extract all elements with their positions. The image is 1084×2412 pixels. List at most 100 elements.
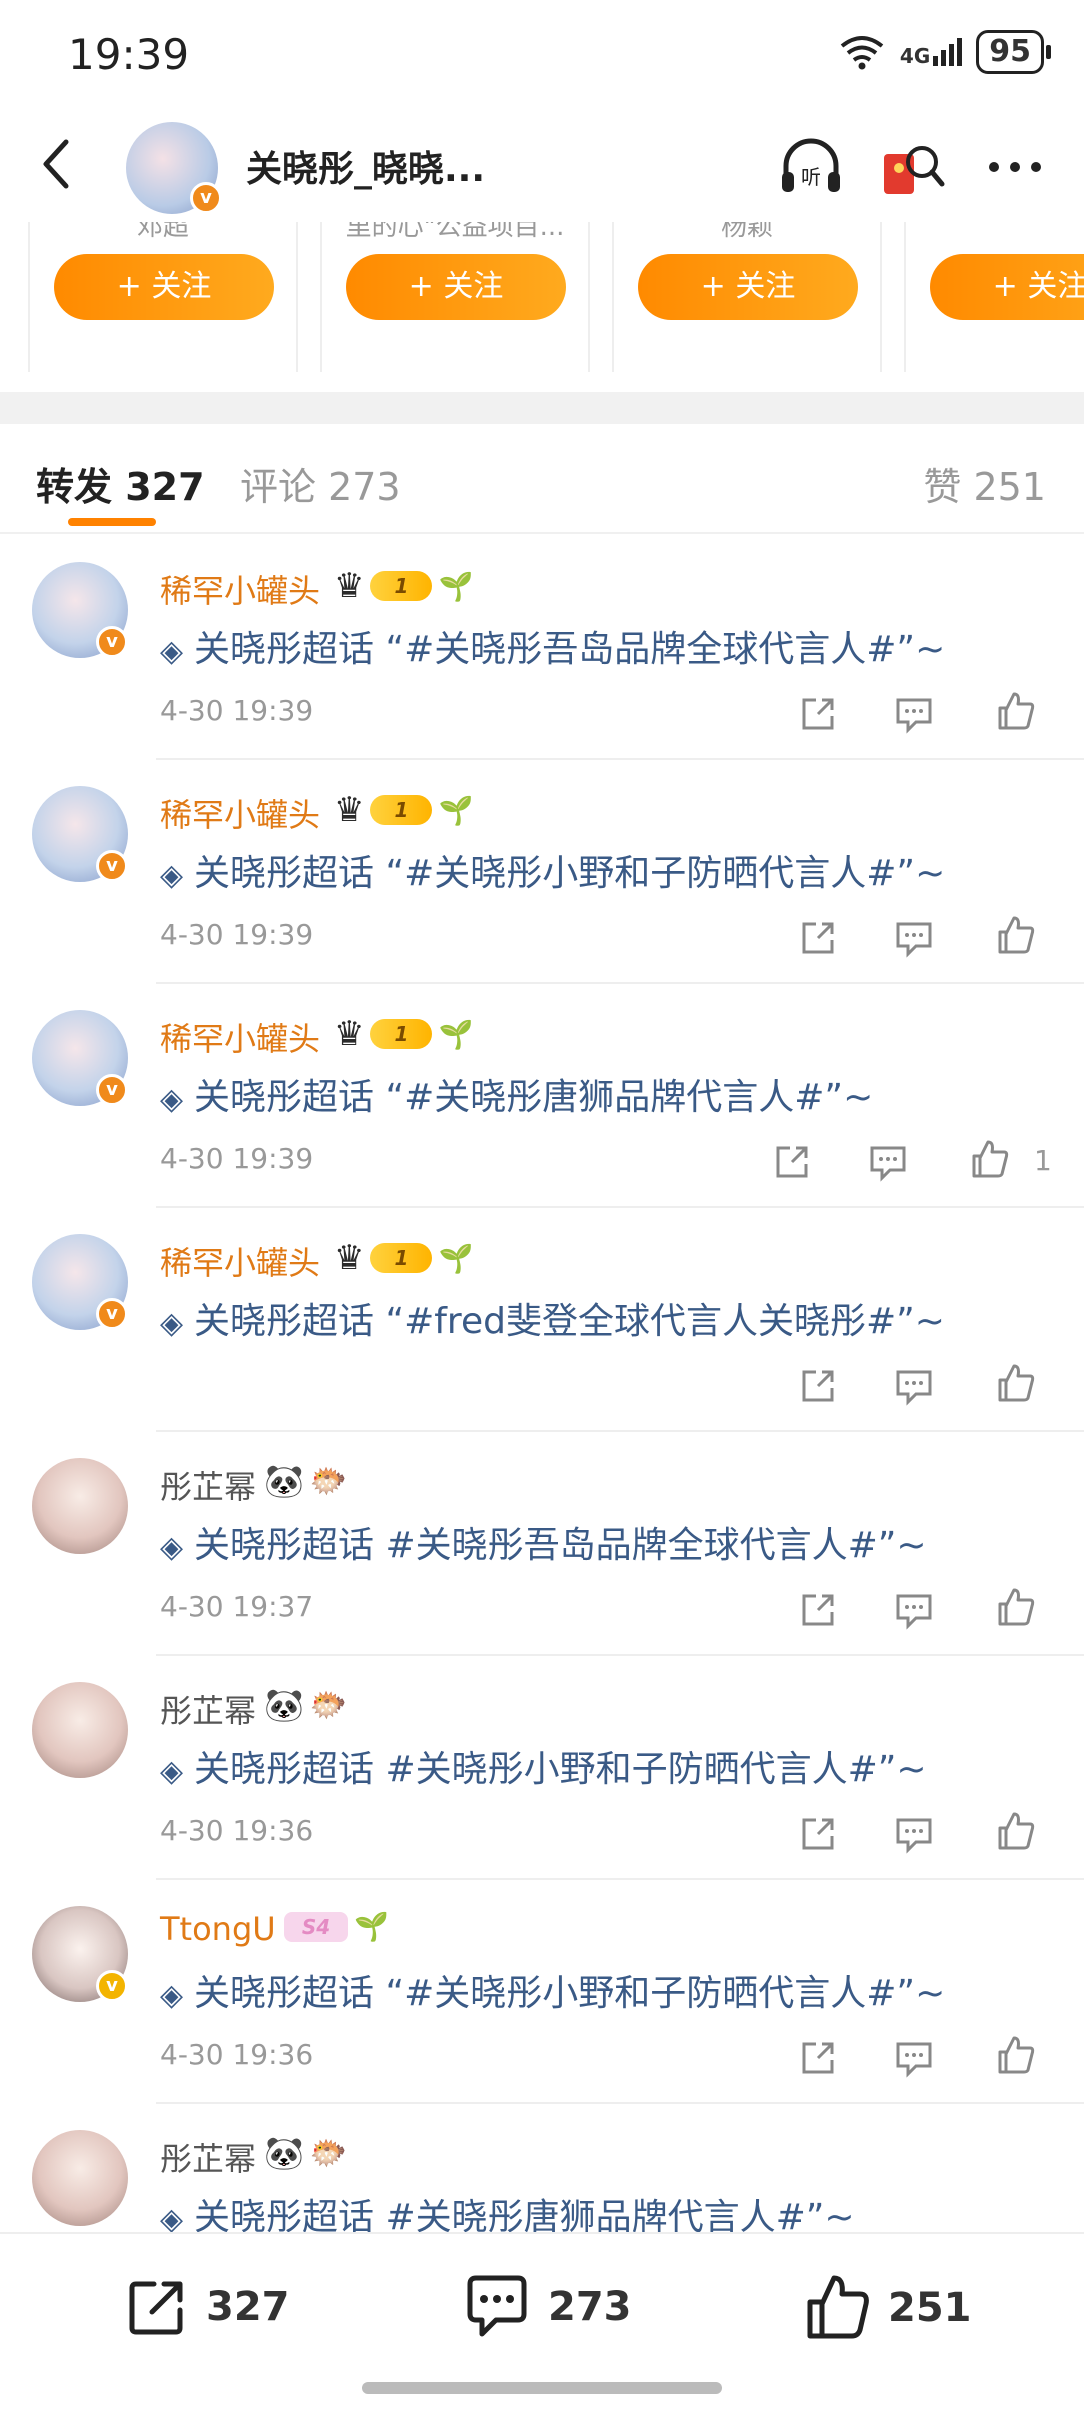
repost-content[interactable]: ◈ 关晓彤超话 “#关晓彤小野和子防晒代言人#”~ bbox=[160, 1964, 945, 2016]
avatar[interactable] bbox=[32, 2130, 128, 2226]
tab-like[interactable]: 赞 251 bbox=[923, 456, 1046, 511]
status-icons: 4G 95 bbox=[838, 30, 1051, 74]
diamond-icon: ◈ bbox=[160, 1754, 184, 1789]
share-icon[interactable] bbox=[796, 1364, 840, 1408]
level-pill: 1 bbox=[370, 795, 433, 825]
like-icon[interactable] bbox=[994, 914, 1038, 958]
content-text: 关晓彤超话 “#关晓彤小野和子防晒代言人#”~ bbox=[194, 1973, 946, 2014]
repost-content[interactable]: ◈ 关晓彤超话 “#关晓彤小野和子防晒代言人#”~ bbox=[160, 844, 945, 896]
username[interactable]: 稀罕小罐头 bbox=[160, 1238, 320, 1284]
timestamp: 4-30 19:39 bbox=[160, 918, 314, 951]
profile-title[interactable]: 关晓彤_晓晓... bbox=[246, 140, 485, 192]
follow-button[interactable]: + 关注 bbox=[930, 254, 1084, 320]
share-icon[interactable] bbox=[796, 1812, 840, 1856]
follow-button[interactable]: + 关注 bbox=[638, 254, 858, 320]
list-item[interactable]: 彤芷幂 🐼 🐡 ◈ 关晓彤超话 #关晓彤小野和子防晒代言人#”~ 4-30 19:… bbox=[0, 1656, 1084, 1880]
list-item[interactable]: 彤芷幂 🐼 🐡 ◈ 关晓彤超话 #关晓彤吾岛品牌全球代言人#”~ 4-30 19:… bbox=[0, 1432, 1084, 1656]
repost-content[interactable]: ◈ 关晓彤超话 #关晓彤小野和子防晒代言人#”~ bbox=[160, 1740, 927, 1792]
avatar[interactable] bbox=[32, 1682, 128, 1778]
recommend-name: 杨颖 bbox=[720, 222, 773, 242]
list-item[interactable]: v 稀罕小罐头 ♛ 1 🌱 ◈ 关晓彤超话 “#关晓彤唐狮品牌代言人#”~ 4-3… bbox=[0, 984, 1084, 1208]
like-icon[interactable] bbox=[994, 1810, 1038, 1854]
recommend-card[interactable]: + 关注 bbox=[904, 222, 1084, 372]
like-icon[interactable] bbox=[994, 1586, 1038, 1630]
level-pill: S4 bbox=[284, 1911, 348, 1942]
follow-button[interactable]: + 关注 bbox=[54, 254, 274, 320]
like-icon[interactable] bbox=[994, 1362, 1038, 1406]
repost-content[interactable]: ◈ 关晓彤超话 #关晓彤唐狮品牌代言人#”~ bbox=[160, 2188, 855, 2232]
level-pill: 1 bbox=[370, 571, 433, 601]
crown-icon: ♛ bbox=[334, 1238, 365, 1278]
comment-icon[interactable] bbox=[892, 1812, 936, 1856]
list-item[interactable]: v TtongU S4 🌱 ◈ 关晓彤超话 “#关晓彤小野和子防晒代言人#”~ 4… bbox=[0, 1880, 1084, 2104]
content-text: 关晓彤超话 “#关晓彤小野和子防晒代言人#”~ bbox=[194, 853, 946, 894]
repost-button[interactable]: 327 bbox=[124, 2274, 290, 2340]
diamond-icon: ◈ bbox=[160, 1978, 184, 2013]
username[interactable]: 彤芷幂 bbox=[160, 1462, 256, 1508]
timestamp: 4-30 19:36 bbox=[160, 2038, 314, 2071]
username[interactable]: 稀罕小罐头 bbox=[160, 1014, 320, 1060]
comment-icon[interactable] bbox=[892, 2036, 936, 2080]
content-text: 关晓彤超话 #关晓彤小野和子防晒代言人#”~ bbox=[194, 1749, 927, 1790]
section-divider bbox=[0, 392, 1084, 424]
comment-icon[interactable] bbox=[892, 692, 936, 736]
diamond-icon: ◈ bbox=[160, 1530, 184, 1565]
level-badge: ♛ 1 🌱 bbox=[334, 1014, 473, 1054]
list-item[interactable]: v 稀罕小罐头 ♛ 1 🌱 ◈ 关晓彤超话 “#关晓彤吾岛品牌全球代言人#”~ 4… bbox=[0, 536, 1084, 760]
diamond-icon: ◈ bbox=[160, 1082, 184, 1117]
follow-button[interactable]: + 关注 bbox=[346, 254, 566, 320]
username[interactable]: TtongU bbox=[160, 1910, 276, 1948]
username[interactable]: 彤芷幂 bbox=[160, 2134, 256, 2180]
recommend-card[interactable]: 邓超 + 关注 bbox=[28, 222, 298, 372]
username[interactable]: 稀罕小罐头 bbox=[160, 566, 320, 612]
like-icon[interactable] bbox=[994, 690, 1038, 734]
repost-content[interactable]: ◈ 关晓彤超话 “#fred斐登全球代言人关晓彤#”~ bbox=[160, 1292, 945, 1344]
repost-content[interactable]: ◈ 关晓彤超话 “#关晓彤唐狮品牌代言人#”~ bbox=[160, 1068, 873, 1120]
home-indicator[interactable] bbox=[362, 2382, 722, 2394]
avatar[interactable] bbox=[32, 1458, 128, 1554]
repost-content[interactable]: ◈ 关晓彤超话 “#关晓彤吾岛品牌全球代言人#”~ bbox=[160, 620, 945, 672]
diamond-icon: ◈ bbox=[160, 1306, 184, 1341]
comment-icon[interactable] bbox=[892, 1364, 936, 1408]
tab-repost[interactable]: 转发 327 bbox=[36, 456, 205, 511]
share-icon[interactable] bbox=[796, 692, 840, 736]
recommend-card[interactable]: 里的心"公益项目... + 关注 bbox=[320, 222, 590, 372]
repost-content[interactable]: ◈ 关晓彤超话 #关晓彤吾岛品牌全球代言人#”~ bbox=[160, 1516, 927, 1568]
sprout-icon: 🌱 bbox=[438, 793, 474, 827]
repost-count: 327 bbox=[206, 2284, 290, 2330]
thumbs-up-icon bbox=[807, 2275, 869, 2339]
recommend-card[interactable]: 杨颖 + 关注 bbox=[612, 222, 882, 372]
share-icon[interactable] bbox=[770, 1140, 814, 1184]
repost-icon bbox=[129, 2281, 183, 2335]
back-arrow-icon[interactable] bbox=[28, 134, 88, 194]
verified-badge-icon: v bbox=[96, 850, 128, 882]
list-item[interactable]: 彤芷幂 🐼 🐡 ◈ 关晓彤超话 #关晓彤唐狮品牌代言人#”~ bbox=[0, 2104, 1084, 2232]
more-dots-icon[interactable] bbox=[980, 132, 1050, 202]
panda-icon: 🐼 bbox=[264, 2134, 304, 2172]
panda-icon: 🐼 bbox=[264, 1686, 304, 1724]
share-icon[interactable] bbox=[796, 1588, 840, 1632]
username[interactable]: 彤芷幂 bbox=[160, 1686, 256, 1732]
comment-icon[interactable] bbox=[866, 1140, 910, 1184]
list-item[interactable]: v 稀罕小罐头 ♛ 1 🌱 ◈ 关晓彤超话 “#fred斐登全球代言人关晓彤#”~ bbox=[0, 1208, 1084, 1432]
comment-button[interactable]: 273 bbox=[462, 2274, 632, 2340]
sprout-icon: 🌱 bbox=[354, 1910, 389, 1943]
share-icon[interactable] bbox=[796, 2036, 840, 2080]
like-button[interactable]: 251 bbox=[804, 2274, 972, 2342]
bottom-action-bar: 327 273 251 bbox=[0, 2232, 1084, 2412]
diamond-icon: ◈ bbox=[160, 858, 184, 893]
interaction-tabs: 转发 327 评论 273 赞 251 bbox=[0, 424, 1084, 534]
level-pill: 1 bbox=[370, 1019, 433, 1049]
level-badge: ♛ 1 🌱 bbox=[334, 566, 473, 606]
listen-headphones-icon[interactable]: 听 bbox=[776, 132, 846, 202]
list-item[interactable]: v 稀罕小罐头 ♛ 1 🌱 ◈ 关晓彤超话 “#关晓彤小野和子防晒代言人#”~ 4… bbox=[0, 760, 1084, 984]
like-icon[interactable] bbox=[968, 1138, 1012, 1182]
tab-comment[interactable]: 评论 273 bbox=[240, 456, 401, 511]
like-icon[interactable] bbox=[994, 2034, 1038, 2078]
share-icon[interactable] bbox=[796, 916, 840, 960]
diamond-icon: ◈ bbox=[160, 634, 184, 669]
comment-icon[interactable] bbox=[892, 1588, 936, 1632]
comment-icon[interactable] bbox=[892, 916, 936, 960]
red-envelope-search-icon[interactable] bbox=[878, 132, 948, 202]
username[interactable]: 稀罕小罐头 bbox=[160, 790, 320, 836]
